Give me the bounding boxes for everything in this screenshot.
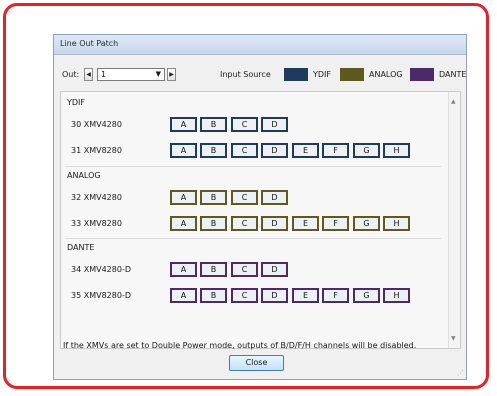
chevron-down-icon: ▼: [155, 70, 161, 78]
patch-button[interactable]: G: [353, 216, 380, 231]
patch-button[interactable]: E: [292, 288, 319, 303]
patch-button[interactable]: B: [200, 143, 227, 158]
patch-button[interactable]: H: [383, 143, 410, 158]
patch-button[interactable]: D: [261, 117, 288, 132]
scroll-down-icon[interactable]: ▼: [451, 335, 456, 342]
close-button[interactable]: Close: [229, 355, 284, 371]
patch-button[interactable]: D: [261, 143, 288, 158]
patch-button[interactable]: C: [231, 288, 258, 303]
row-label: 34 XMV4280-D: [71, 265, 131, 274]
toolbar: Out: ◀ 1 ▼ ▶ Input Source YDIF ANALOG DA…: [62, 68, 466, 84]
patch-button[interactable]: F: [322, 143, 349, 158]
patch-button[interactable]: D: [261, 190, 288, 205]
legend-swatch-analog: [340, 68, 364, 81]
patch-button[interactable]: A: [170, 143, 197, 158]
legend-label-ydif: YDIF: [313, 70, 332, 79]
row-label: 31 XMV8280: [71, 146, 122, 155]
input-source-label: Input Source: [220, 70, 271, 79]
patch-button[interactable]: D: [261, 288, 288, 303]
group-title-dante: DANTE: [67, 243, 95, 252]
highlight-frame: Line Out Patch Out: ◀ 1 ▼ ▶ Input Source…: [3, 3, 489, 389]
group-analog: ANALOG 32 XMV4280 A B C D 33 XMV8280 A B…: [65, 166, 441, 237]
patch-button[interactable]: G: [353, 143, 380, 158]
patch-button[interactable]: C: [231, 190, 258, 205]
legend-swatch-dante: [410, 68, 434, 81]
patch-button[interactable]: D: [261, 216, 288, 231]
group-title-ydif: YDIF: [67, 98, 86, 107]
patch-button[interactable]: A: [170, 262, 197, 277]
row-label: 32 XMV4280: [71, 193, 122, 202]
chevron-right-icon: ▶: [169, 71, 174, 78]
out-label: Out:: [62, 70, 80, 79]
row-label: 30 XMV4280: [71, 120, 122, 129]
out-select-value: 1: [101, 70, 107, 79]
patch-button[interactable]: A: [170, 216, 197, 231]
patch-button[interactable]: G: [353, 288, 380, 303]
patch-button[interactable]: A: [170, 288, 197, 303]
patch-button[interactable]: H: [383, 288, 410, 303]
resize-grip-icon[interactable]: ⋰: [457, 369, 464, 377]
patch-button[interactable]: C: [231, 117, 258, 132]
patch-button[interactable]: F: [322, 288, 349, 303]
group-title-analog: ANALOG: [67, 171, 101, 180]
patch-button[interactable]: B: [200, 216, 227, 231]
patch-button[interactable]: E: [292, 216, 319, 231]
patch-button[interactable]: B: [200, 288, 227, 303]
patch-button[interactable]: B: [200, 262, 227, 277]
patch-button[interactable]: C: [231, 262, 258, 277]
patch-button[interactable]: B: [200, 117, 227, 132]
row-label: 35 XMV8280-D: [71, 291, 131, 300]
group-ydif: YDIF 30 XMV4280 A B C D 31 XMV8280 A B C…: [65, 94, 441, 164]
row-label: 33 XMV8280: [71, 219, 122, 228]
vertical-scrollbar[interactable]: ▲ ▼: [448, 92, 460, 348]
patch-button[interactable]: F: [322, 216, 349, 231]
next-out-button[interactable]: ▶: [167, 68, 176, 81]
patch-button[interactable]: E: [292, 143, 319, 158]
footer-note: If the XMVs are set to Double Power mode…: [63, 341, 417, 350]
scroll-up-icon[interactable]: ▲: [451, 98, 456, 105]
dialog-title: Line Out Patch: [60, 39, 119, 48]
title-bar: Line Out Patch: [54, 35, 466, 55]
patch-button[interactable]: C: [231, 216, 258, 231]
legend-label-dante: DANTE: [439, 70, 467, 79]
group-dante: DANTE 34 XMV4280-D A B C D 35 XMV8280-D …: [65, 238, 441, 309]
patch-button[interactable]: C: [231, 143, 258, 158]
patch-button[interactable]: B: [200, 190, 227, 205]
out-select[interactable]: 1 ▼: [97, 68, 165, 81]
patch-button[interactable]: D: [261, 262, 288, 277]
legend-swatch-ydif: [284, 68, 308, 81]
legend-label-analog: ANALOG: [369, 70, 403, 79]
patch-button[interactable]: A: [170, 117, 197, 132]
patch-button[interactable]: H: [383, 216, 410, 231]
patch-button[interactable]: A: [170, 190, 197, 205]
line-out-patch-dialog: Line Out Patch Out: ◀ 1 ▼ ▶ Input Source…: [53, 34, 467, 380]
patch-panel: YDIF 30 XMV4280 A B C D 31 XMV8280 A B C…: [60, 91, 461, 349]
prev-out-button[interactable]: ◀: [84, 68, 93, 81]
chevron-left-icon: ◀: [86, 71, 91, 78]
